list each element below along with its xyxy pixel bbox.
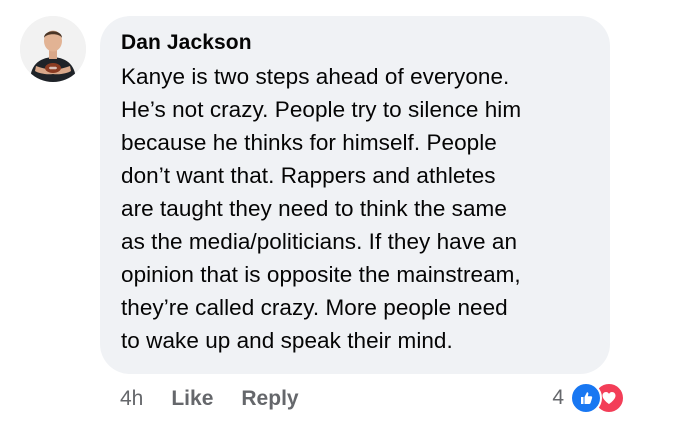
comment-bubble: Dan Jackson Kanye is two steps ahead of … [100,16,610,374]
comment-text-line: opinion that is opposite the mainstream, [121,262,521,287]
like-icon [570,382,602,414]
comment-text-line: don’t want that. Rappers and athletes [121,163,496,188]
reactions-summary[interactable]: 4 [552,380,625,416]
comment-text-line: because he thinks for himself. People [121,130,497,155]
comment-text-line: they’re called crazy. More people need [121,295,508,320]
comment-text-line: as the media/politicians. If they have a… [121,229,518,254]
comment-timestamp[interactable]: 4h [120,387,143,411]
reply-button[interactable]: Reply [241,387,298,411]
comment-author[interactable]: Dan Jackson [121,30,588,56]
avatar[interactable] [20,16,86,82]
comment-text-line: are taught they need to think the same [121,196,507,221]
like-button[interactable]: Like [171,387,213,411]
comment-text-line: Kanye is two steps ahead of everyone. [121,64,510,89]
comment-text: Kanye is two steps ahead of everyone. He… [121,60,588,357]
comment-actions: 4h Like Reply [120,384,327,414]
comment-text-line: to wake up and speak their mind. [121,328,453,353]
avatar-photo [20,16,86,82]
reaction-count: 4 [552,386,564,409]
comment-text-line: He’s not crazy. People try to silence hi… [121,97,522,122]
